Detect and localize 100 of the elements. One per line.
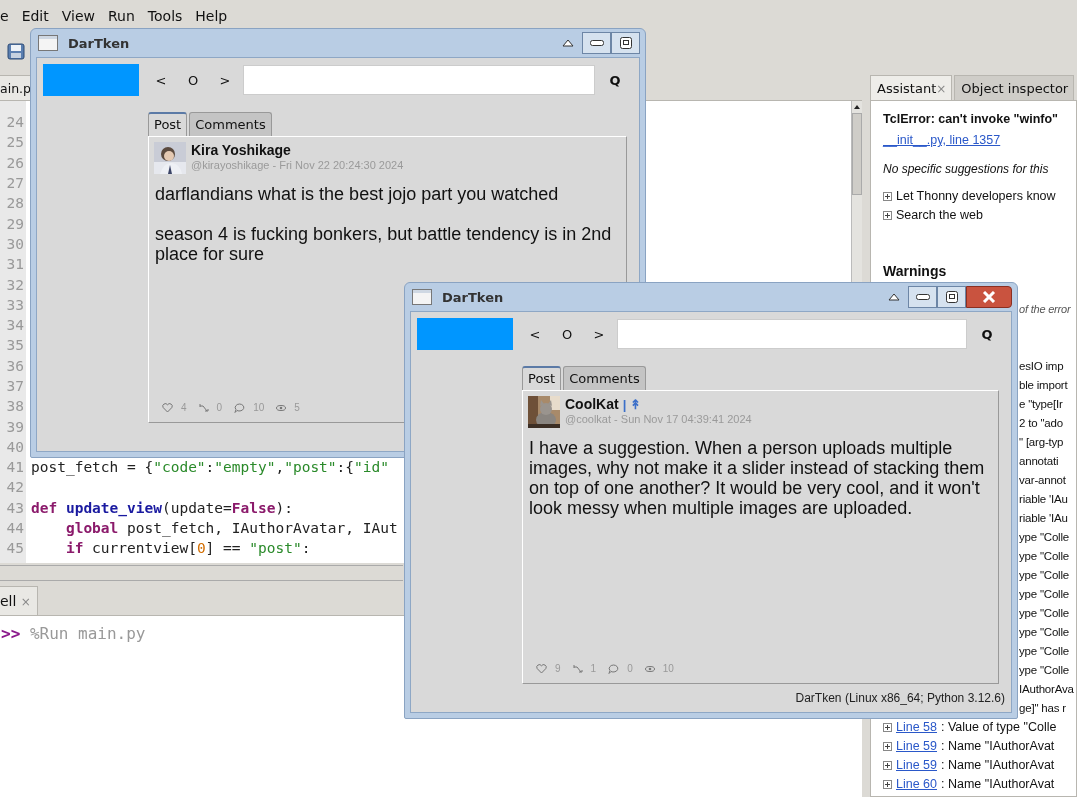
shell-tab[interactable]: ell × <box>0 586 38 615</box>
warning-text: " [arg-typ <box>1019 436 1064 448</box>
line-number: 39 <box>5 418 24 435</box>
expand-icon[interactable] <box>883 742 892 751</box>
view-tab[interactable]: Comments <box>563 366 646 390</box>
line-number: 27 <box>5 175 24 192</box>
note-text: No specific suggestions for this <box>883 161 1050 178</box>
expand-icon[interactable] <box>883 761 892 770</box>
file-link[interactable]: __init__.py, line 1357 <box>883 133 1001 147</box>
expand-icon[interactable] <box>883 780 892 789</box>
stat-count: 4 <box>181 402 187 413</box>
line-link[interactable]: Line 60 <box>896 775 937 794</box>
shade-icon[interactable] <box>562 38 574 48</box>
line-number: 36 <box>5 357 24 374</box>
nav-button[interactable]: < <box>145 65 177 95</box>
view-tab[interactable]: Comments <box>189 112 272 136</box>
warning-text: ype "Colle <box>1019 664 1070 676</box>
menu-item[interactable]: Tools <box>147 8 183 24</box>
eye-icon[interactable] <box>644 665 655 672</box>
warning-text: : Value of type "Colle <box>941 719 1057 736</box>
warning-text: esIO imp <box>1019 360 1064 372</box>
panel-tab[interactable]: Object inspector <box>954 75 1075 100</box>
search-button[interactable]: Q <box>599 65 631 95</box>
post-meta: @kirayoshikage - Fri Nov 22 20:24:30 2024 <box>191 159 404 171</box>
stat-count: 10 <box>662 663 674 674</box>
title-bar[interactable]: DarTken <box>36 29 640 57</box>
expander-label[interactable]: Let Thonny developers know <box>896 187 1056 206</box>
stat-count: 9 <box>555 663 561 674</box>
search-field[interactable] <box>243 65 595 95</box>
menu-item[interactable]: Help <box>195 8 228 24</box>
post-text: I have a suggestion. When a person uploads multiple images, why not make it a slider instead of stacking them on top of one another? It would be very cool, and it won't look messy when multiple images are uploaded. <box>529 438 986 518</box>
scroll-up-icon[interactable] <box>853 103 861 111</box>
eye-icon[interactable] <box>276 404 287 411</box>
window-title: DarTken <box>68 35 130 51</box>
menu-item[interactable]: e <box>0 8 9 24</box>
menu-item[interactable]: Edit <box>21 8 49 24</box>
search-button[interactable]: Q <box>971 319 1003 349</box>
menu-item[interactable]: Run <box>108 8 135 24</box>
warning-text: : Name "IAuthorAvat <box>941 776 1055 793</box>
section-heading: Warnings <box>883 262 948 281</box>
line-link[interactable]: Line 58 <box>896 718 937 737</box>
code-line: if currentview[0] == "post": <box>64 540 311 557</box>
stat-count: 10 <box>253 402 265 413</box>
search-field[interactable] <box>617 319 967 349</box>
code-line: global post_fetch, IAuthorAvatar, IAut <box>64 520 398 537</box>
comment-icon[interactable] <box>234 402 246 413</box>
view-tab[interactable]: Post <box>148 112 188 136</box>
warning-text: var-annot <box>1019 474 1066 486</box>
nav-button[interactable]: O <box>551 319 583 349</box>
line-number: 29 <box>5 215 24 232</box>
stat-count: 1 <box>590 663 597 674</box>
line-number: 24 <box>5 114 24 131</box>
maximize-button[interactable] <box>937 286 966 308</box>
maximize-icon <box>619 37 632 49</box>
code-line: post_fetch = {"code":"empty","post":{"id" <box>31 459 389 476</box>
save-icon[interactable] <box>7 42 25 60</box>
maximize-button[interactable] <box>611 32 640 54</box>
nav-button[interactable]: > <box>583 319 615 349</box>
view-tab[interactable]: Post <box>522 366 562 390</box>
line-number: 32 <box>5 276 24 293</box>
comment-icon[interactable] <box>608 663 620 674</box>
line-number: 28 <box>5 195 24 212</box>
warning-text: IAuthorAva <box>1019 683 1074 695</box>
shell-line: >> %Run main.py <box>1 624 146 643</box>
minimize-button[interactable] <box>908 286 937 308</box>
window-title: DarTken <box>442 289 504 305</box>
nav-button[interactable]: > <box>209 65 241 95</box>
line-number: 40 <box>5 438 24 455</box>
code-line: def update_view(update=False): <box>31 499 293 516</box>
minimize-button[interactable] <box>582 32 611 54</box>
expand-icon[interactable] <box>883 723 892 732</box>
warning-text: ype "Colle <box>1019 588 1070 600</box>
expand-icon[interactable] <box>883 192 892 201</box>
warning-text: ype "Colle <box>1019 607 1070 619</box>
close-icon <box>982 291 996 303</box>
expander-label[interactable]: Search the web <box>896 206 983 225</box>
line-link[interactable]: Line 59 <box>896 737 937 756</box>
warning-text: riable 'IAu <box>1019 512 1068 524</box>
line-number: 41 <box>5 459 24 476</box>
nav-button[interactable]: < <box>519 319 551 349</box>
line-number: 25 <box>5 134 24 151</box>
warning-text: : Name "IAuthorAvat <box>941 738 1055 755</box>
line-link[interactable]: Line 59 <box>896 756 937 775</box>
line-number: 38 <box>5 398 24 415</box>
warning-text: ype "Colle <box>1019 626 1070 638</box>
shade-icon[interactable] <box>888 292 900 302</box>
line-number: 37 <box>5 378 24 394</box>
status-text: DarTken (Linux x86_64; Python 3.12.6) <box>795 691 1005 705</box>
expand-icon[interactable] <box>883 211 892 220</box>
close-button[interactable] <box>966 286 1012 308</box>
warning-text: riable 'IAu <box>1019 493 1068 505</box>
menu-item[interactable]: View <box>61 8 95 24</box>
title-bar[interactable]: DarTken <box>410 283 1012 311</box>
stat-count: 5 <box>294 402 300 413</box>
panel-tab[interactable]: Assistant× <box>870 75 953 100</box>
warning-text: annotati <box>1019 455 1059 467</box>
warning-text: ype "Colle <box>1019 645 1070 657</box>
warning-text: ype "Colle <box>1019 531 1070 543</box>
editor-tab[interactable]: ain.p <box>0 75 32 100</box>
nav-button[interactable]: O <box>177 65 209 95</box>
